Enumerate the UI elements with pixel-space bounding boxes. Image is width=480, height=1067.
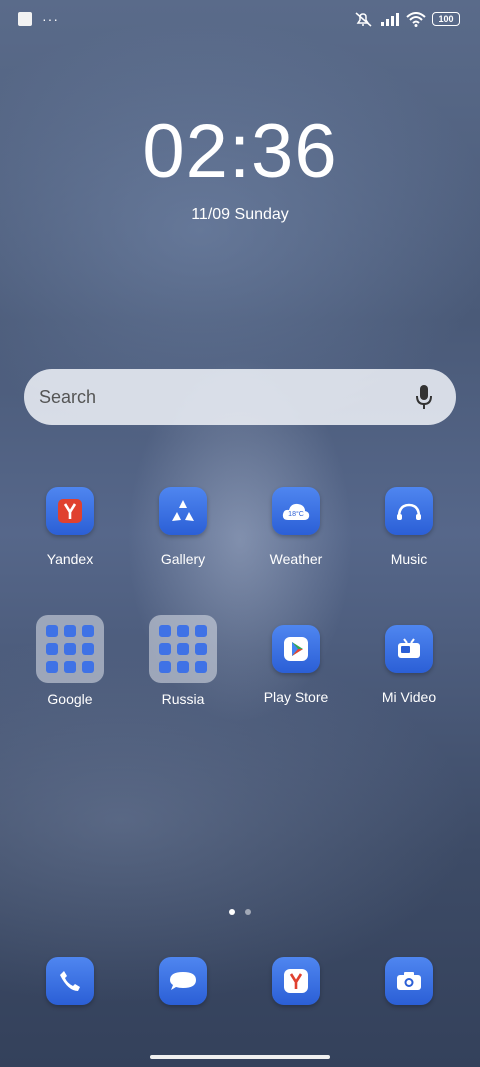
folder-google[interactable]: Google	[14, 615, 126, 707]
page-indicator	[229, 909, 251, 915]
app-gallery[interactable]: Gallery	[127, 487, 239, 567]
folder-icon	[149, 615, 217, 683]
folder-label: Russia	[161, 691, 205, 707]
yandex-browser-icon	[272, 957, 320, 1005]
phone-icon	[46, 957, 94, 1005]
app-label: Yandex	[46, 551, 94, 567]
wifi-icon	[406, 11, 426, 27]
app-label: Music	[390, 551, 428, 567]
dock-phone[interactable]	[14, 957, 126, 1005]
search-placeholder: Search	[39, 386, 97, 407]
app-label: Mi Video	[381, 689, 437, 705]
dock-messages[interactable]	[127, 957, 239, 1005]
mic-icon[interactable]	[404, 377, 444, 417]
dock-camera[interactable]	[353, 957, 465, 1005]
status-left: ···	[18, 12, 59, 26]
folder-russia[interactable]: Russia	[127, 615, 239, 707]
folder-icon	[36, 615, 104, 683]
app-play-store[interactable]: Play Store	[240, 625, 352, 705]
gallery-icon	[159, 487, 207, 535]
messages-icon	[159, 957, 207, 1005]
mi-video-icon	[385, 625, 433, 673]
page-dot-active	[229, 909, 235, 915]
notification-square-icon	[18, 12, 32, 26]
signal-icon	[381, 13, 399, 26]
home-indicator[interactable]	[150, 1055, 330, 1059]
weather-icon: 18°C	[272, 487, 320, 535]
more-dots-icon: ···	[42, 11, 59, 27]
app-label: Play Store	[263, 689, 329, 705]
clock-date[interactable]: 11/09 Sunday	[0, 206, 480, 224]
camera-icon	[385, 957, 433, 1005]
app-weather[interactable]: 18°C Weather	[240, 487, 352, 567]
weather-temp: 18°C	[288, 510, 304, 518]
yandex-icon	[46, 487, 94, 535]
clock-time[interactable]: 02:36	[0, 108, 480, 195]
search-bar[interactable]: Search	[24, 369, 456, 425]
status-right: 100	[354, 11, 460, 27]
music-icon	[385, 487, 433, 535]
battery-indicator: 100	[432, 12, 460, 26]
dock-yandex-browser[interactable]	[240, 957, 352, 1005]
folder-label: Google	[47, 691, 93, 707]
app-music[interactable]: Music	[353, 487, 465, 567]
app-label: Gallery	[160, 551, 206, 567]
page-dot	[245, 909, 251, 915]
play-store-icon	[272, 625, 320, 673]
app-mi-video[interactable]: Mi Video	[353, 625, 465, 705]
app-yandex[interactable]: Yandex	[14, 487, 126, 567]
app-label: Weather	[269, 551, 323, 567]
mute-icon	[355, 12, 372, 27]
